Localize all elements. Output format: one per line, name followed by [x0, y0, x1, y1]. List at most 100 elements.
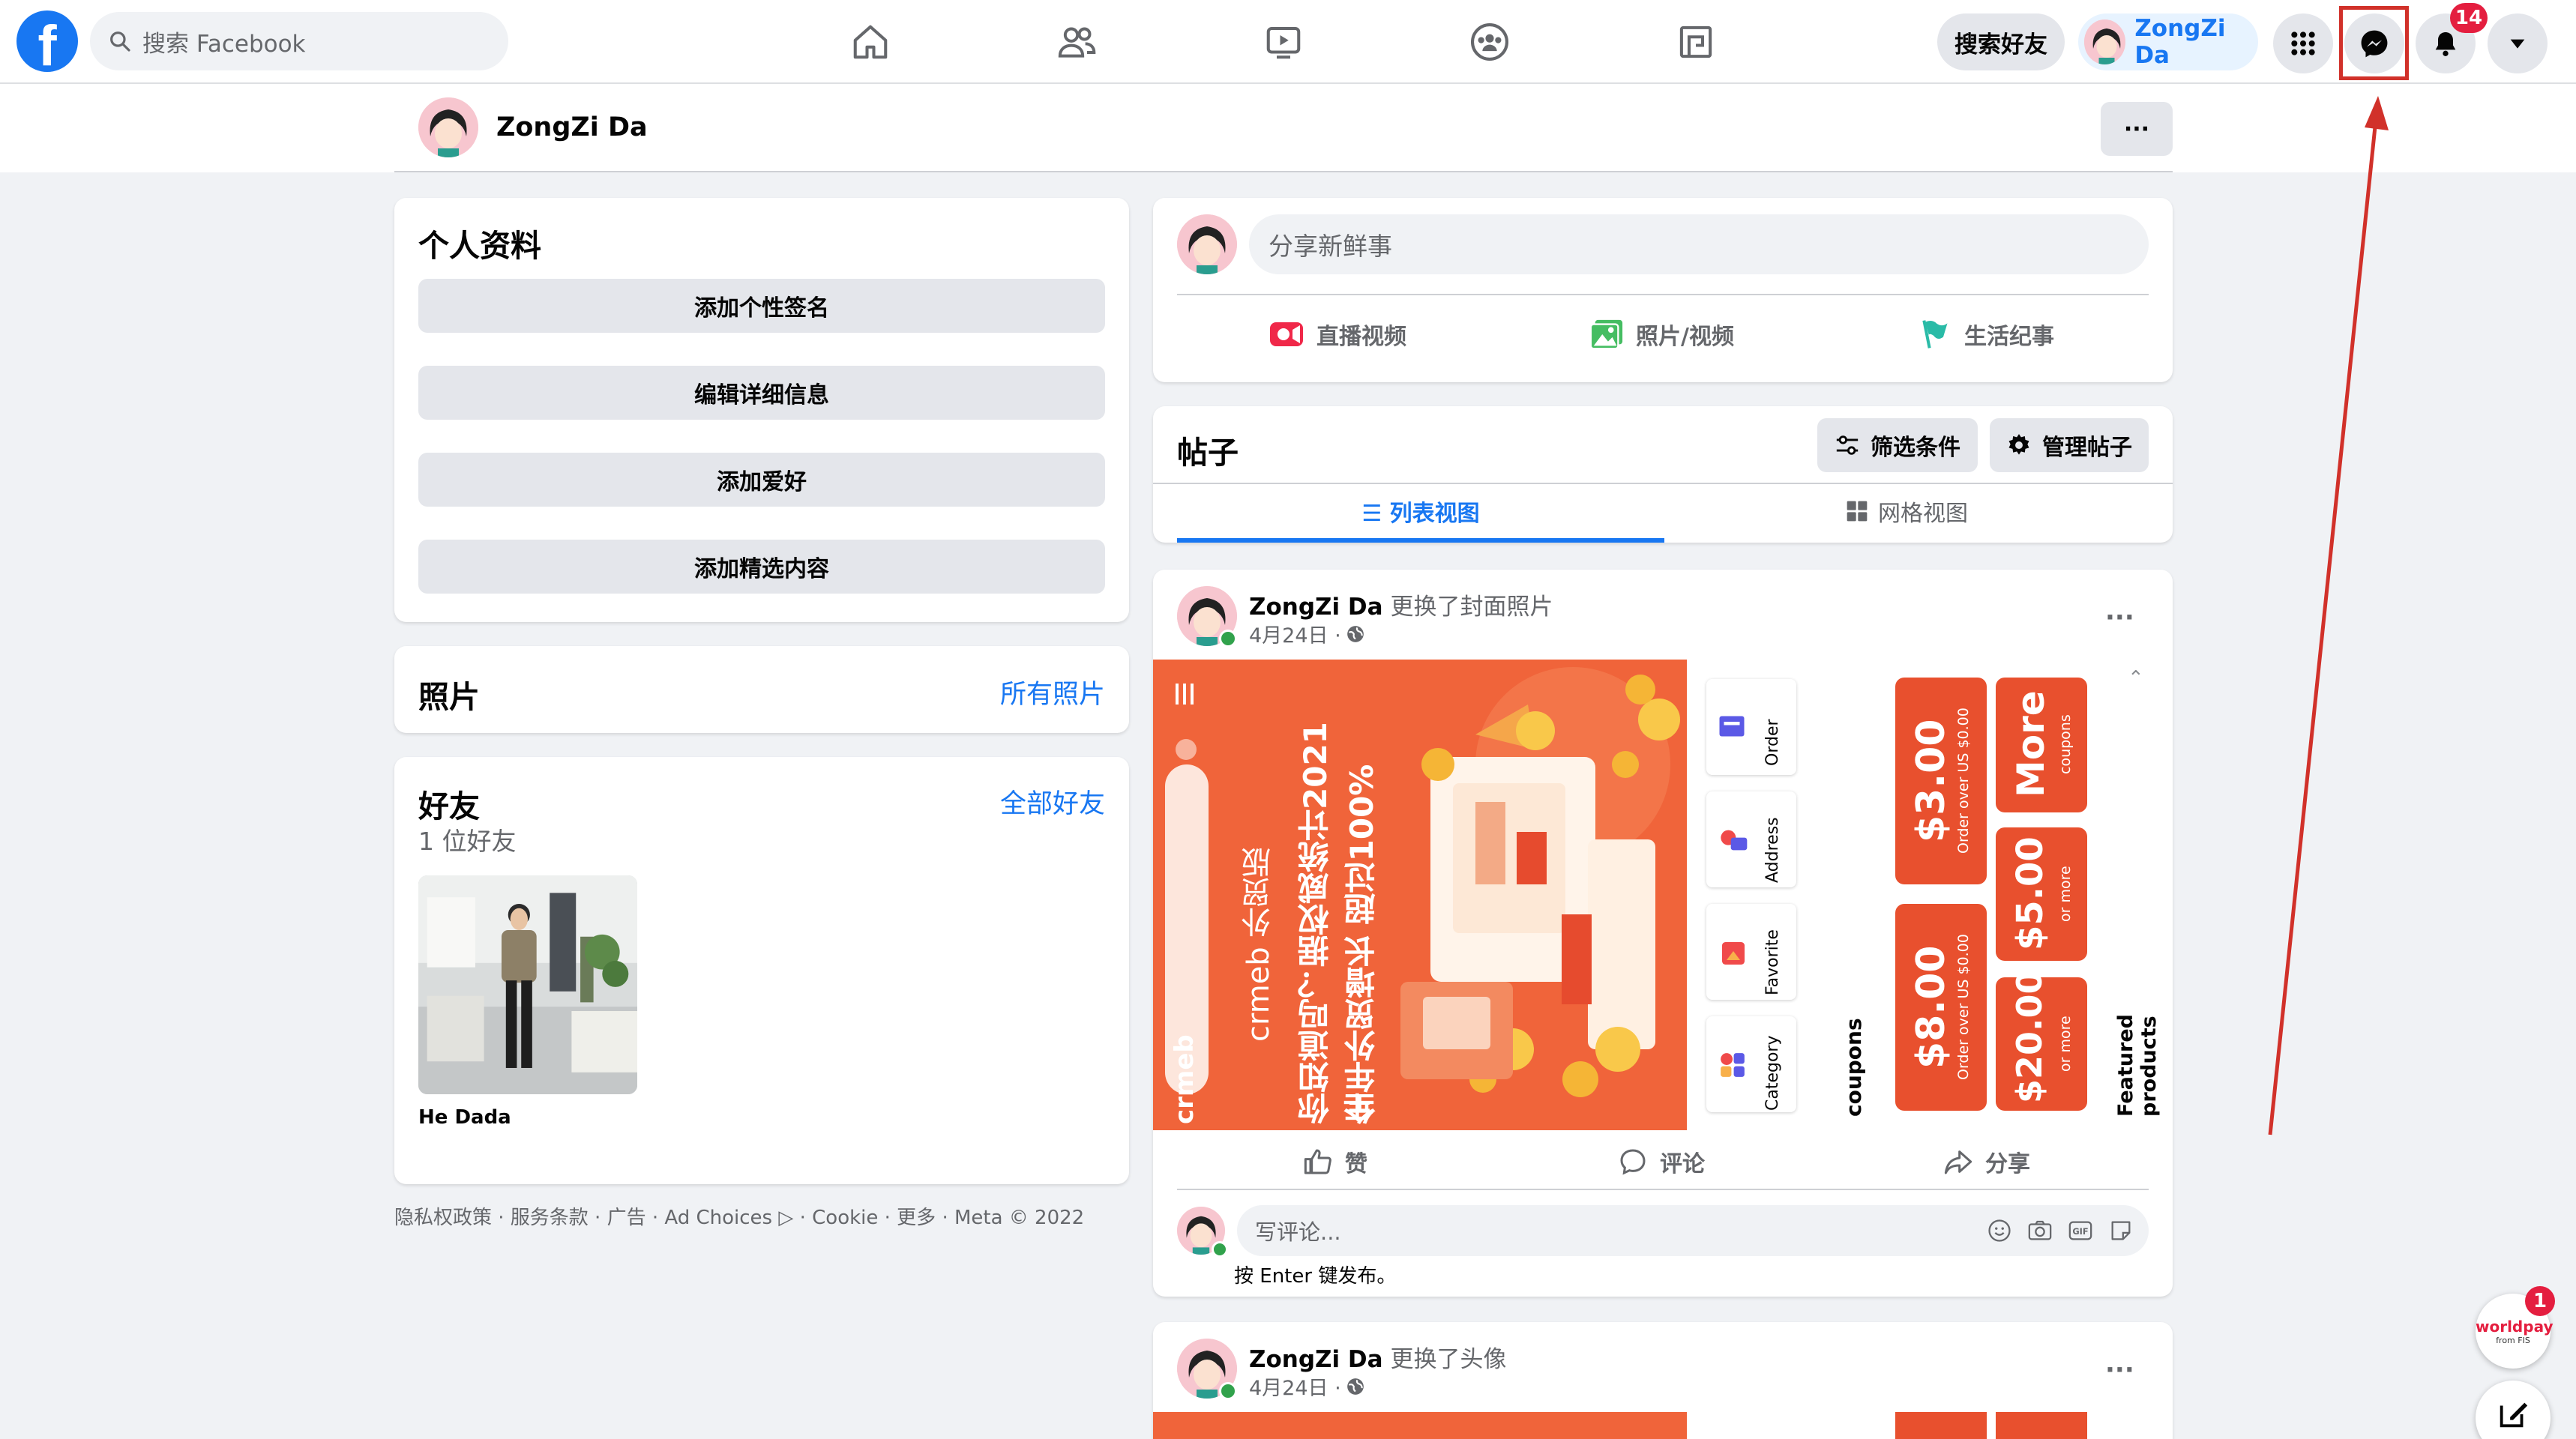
avatar[interactable] — [418, 97, 478, 157]
coupon-preview — [1996, 1412, 2087, 1439]
life-event-label: 生活纪事 — [1964, 324, 2054, 350]
footer-links[interactable]: 隐私权政策 · 服务条款 · 广告 · Ad Choices ▷ · Cooki… — [394, 1202, 1084, 1230]
coupon-3-value: $3.00 — [1909, 719, 1954, 843]
profile-name: ZongZi Da — [2134, 15, 2226, 69]
more-options-button[interactable]: ··· — [2101, 102, 2173, 156]
featured-products-label: Featured products — [2114, 1014, 2161, 1117]
filter-button[interactable]: 筛选条件 — [1817, 418, 1978, 472]
banner-left-panel: crmeb crmeb 外贸版 你知道吗？据权威统计2021年 全年外贸增长 超… — [1153, 660, 1687, 1130]
post-author[interactable]: ZongZi Da — [1249, 594, 1383, 621]
cover-photo[interactable]: crmeb crmeb 外贸版 你知道吗？据权威统计2021年 全年外贸增长 超… — [1153, 660, 2173, 1130]
search-placeholder: 搜索 Facebook — [142, 30, 306, 58]
svg-text:GIF: GIF — [2072, 1226, 2088, 1237]
friends-icon[interactable] — [1053, 18, 1101, 66]
life-event-button[interactable]: 生活纪事 — [1918, 318, 2054, 351]
account-menu-icon[interactable] — [2488, 13, 2548, 73]
live-video-icon — [1270, 322, 1303, 346]
share-button[interactable]: 分享 — [1943, 1145, 2030, 1178]
manage-posts-button[interactable]: 管理帖子 — [1990, 418, 2149, 472]
posts-header-card: 帖子 筛选条件 管理帖子 ☰ 列表视图 网格视图 — [1153, 406, 2173, 543]
find-friends-button[interactable]: 搜索好友 — [1937, 13, 2065, 70]
new-message-button[interactable] — [2476, 1381, 2551, 1439]
more-coupons-sub: coupons — [2057, 714, 2074, 774]
all-photos-link[interactable]: 所有照片 — [1000, 673, 1105, 711]
emoji-icon[interactable] — [1987, 1218, 2012, 1243]
gear-icon — [2008, 434, 2029, 455]
comment-label: 评论 — [1660, 1151, 1705, 1177]
watch-icon[interactable] — [1260, 18, 1307, 66]
active-tab-indicator — [1177, 538, 1664, 543]
cover-photo-preview[interactable] — [1153, 1412, 1687, 1439]
facebook-logo[interactable]: f — [16, 10, 78, 72]
like-button[interactable]: 赞 — [1303, 1145, 1367, 1178]
avatar — [2084, 19, 2126, 64]
search-input[interactable]: 搜索 Facebook — [90, 12, 508, 70]
post-options-icon[interactable]: ··· — [2105, 1355, 2134, 1385]
messenger-highlight-box — [2339, 6, 2409, 80]
add-featured-button[interactable]: 添加精选内容 — [418, 540, 1105, 594]
home-icon[interactable] — [846, 18, 894, 66]
post-date[interactable]: 4月24日 · — [1249, 1372, 1341, 1401]
online-status-dot — [1219, 1382, 1237, 1400]
divider — [1177, 1189, 2149, 1190]
add-hobbies-button[interactable]: 添加爱好 — [418, 453, 1105, 507]
post-meta: 4月24日 · — [1249, 619, 1365, 648]
more-coupons: More coupons — [1996, 678, 2087, 812]
post-author[interactable]: ZongZi Da — [1249, 1346, 1383, 1373]
banner-brand-small: crmeb — [1170, 1034, 1200, 1124]
sticker-icon[interactable] — [2108, 1218, 2134, 1243]
share-label: 分享 — [1985, 1151, 2030, 1177]
photos-title: 照片 — [418, 679, 480, 715]
groups-icon[interactable] — [1466, 18, 1514, 66]
avatar — [1177, 214, 1237, 274]
add-bio-button[interactable]: 添加个性签名 — [418, 279, 1105, 333]
chevron-up-icon: ⌃ — [2128, 667, 2144, 690]
tab-list-view[interactable]: ☰ 列表视图 — [1177, 484, 1664, 538]
online-status-dot — [1212, 1241, 1228, 1258]
worldpay-label: worldpay — [2476, 1318, 2554, 1336]
photo-video-label: 照片/视频 — [1636, 324, 1734, 350]
compose-icon — [2500, 1402, 2528, 1428]
profile-button[interactable]: ZongZi Da — [2078, 13, 2258, 70]
menu-address-label: Address — [1763, 817, 1782, 883]
gaming-icon[interactable] — [1672, 18, 1720, 66]
coupon-8-value: $8.00 — [1909, 945, 1954, 1070]
live-video-label: 直播视频 — [1316, 324, 1406, 350]
friend-photo[interactable] — [418, 875, 637, 1094]
comment-input[interactable]: 写评论... GIF — [1237, 1205, 2149, 1256]
coupons-label: coupons — [1841, 1018, 1866, 1117]
profile-header-strip: ZongZi Da ··· — [0, 84, 2576, 172]
menu-grid-icon[interactable] — [2273, 13, 2333, 73]
worldpay-badge: 1 — [2525, 1286, 2555, 1316]
divider — [1177, 294, 2149, 295]
post-options-icon[interactable]: ··· — [2105, 603, 2134, 633]
tab-grid-view[interactable]: 网格视图 — [1664, 484, 2149, 538]
friends-title: 好友 — [418, 788, 480, 824]
manage-posts-label: 管理帖子 — [2042, 435, 2132, 461]
post-card: ZongZi Da 更换了封面照片 4月24日 · ··· crmeb crme… — [1153, 570, 2173, 1297]
composer-input[interactable]: 分享新鲜事 — [1249, 214, 2149, 274]
globe-icon — [1346, 1378, 1364, 1395]
menu-order-label: Order — [1763, 719, 1782, 766]
post-date[interactable]: 4月24日 · — [1249, 619, 1341, 648]
camera-icon[interactable] — [2027, 1218, 2053, 1243]
live-video-button[interactable]: 直播视频 — [1269, 318, 1406, 351]
more-coupons-label: More — [2009, 690, 2053, 798]
gif-icon[interactable]: GIF — [2068, 1218, 2093, 1243]
post-meta: 4月24日 · — [1249, 1372, 1365, 1401]
coupon-20-value: $20.00 — [2009, 970, 2050, 1103]
banner-headline-2: 全年外贸增长 超过100% — [1343, 764, 1380, 1124]
profile-header-name: ZongZi Da — [496, 112, 648, 142]
globe-icon — [1346, 625, 1364, 642]
edit-details-button[interactable]: 编辑详细信息 — [418, 366, 1105, 420]
all-friends-link[interactable]: 全部好友 — [1000, 782, 1105, 821]
friend-name[interactable]: He Dada — [418, 1106, 511, 1129]
coupon-3-condition: Order over US $0.00 — [1955, 708, 1972, 854]
menu-category: Category — [1706, 1016, 1796, 1112]
post-action: 更换了头像 — [1390, 1346, 1507, 1373]
comment-button[interactable]: 评论 — [1618, 1145, 1705, 1178]
like-label: 赞 — [1345, 1151, 1367, 1177]
filter-icon — [1836, 435, 1859, 455]
photo-video-button[interactable]: 照片/视频 — [1589, 318, 1734, 351]
photos-card: 照片 所有照片 — [394, 646, 1129, 733]
